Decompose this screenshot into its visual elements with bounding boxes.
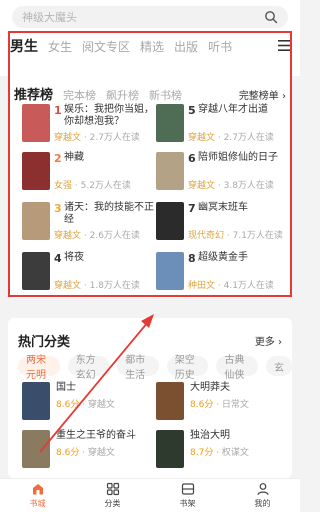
chip-category[interactable]: 玄 [265,356,292,376]
book-cover [156,152,184,190]
menu-icon[interactable] [278,40,290,51]
tab-male[interactable]: 男生 [10,36,38,56]
book-meta: 穿越文 · 2.6万人在读 [54,231,140,241]
book-title: 大明莽夫 [190,382,230,393]
book-cover [22,202,50,240]
channel-tabs: 男生 女生 阅文专区 精选 出版 听书 [10,36,242,58]
nav-label: 分类 [104,499,121,508]
profile-icon [256,483,269,495]
book-cover [156,202,184,240]
rank-book-4[interactable]: 4 将夜 穿越文 · 1.8万人在读 [22,252,156,292]
tab-yuewen[interactable]: 阅文专区 [82,38,130,55]
tab-publish[interactable]: 出版 [174,38,198,55]
rank-book-7[interactable]: 7 幽冥末班车 现代奇幻 · 7.1万人在读 [156,202,290,242]
book-meta: 现代奇幻 · 7.1万人在读 [188,231,283,241]
hot-category-title: 热门分类 [18,335,71,350]
rank-number: 6 [188,152,196,165]
book-meta: 穿越文 · 1.8万人在读 [54,281,140,291]
book-meta: 穿越文 · 2.7万人在读 [188,133,274,143]
rank-number: 7 [188,202,196,215]
book-title: 诸天：我的技能不正经 [64,202,154,225]
book-title: 将夜 [64,252,84,263]
book-cover [22,104,50,142]
category-chips: 两宋元明 东方玄幻 都市生活 架空历史 古典仙侠 玄 [18,355,300,381]
rank-book-5[interactable]: 5 穿越八年才出道 穿越文 · 2.7万人在读 [156,104,290,144]
book-title: 陪师姐修仙的日子 [198,152,278,163]
bookshelf-icon [181,483,194,495]
book-cover [22,382,50,420]
book-cover [22,252,50,290]
nav-label: 书城 [29,499,46,508]
search-placeholder: 神级大魔头 [22,11,77,24]
rank-number: 3 [54,202,62,215]
rank-book-8[interactable]: 8 超级黄金手 种田文 · 4.1万人在读 [156,252,290,292]
book-title: 幽冥末班车 [198,202,248,213]
book-meta: 种田文 · 4.1万人在读 [188,281,274,291]
book-title: 娱乐：我把你当姐，你却想泡我？ [64,104,154,127]
book-meta: 女强 · 5.2万人在读 [54,181,131,191]
book-title: 神藏 [64,152,84,163]
category-icon [106,482,119,496]
rank-book-2[interactable]: 2 神藏 女强 · 5.2万人在读 [22,152,156,192]
tab-featured[interactable]: 精选 [140,38,164,55]
book-meta: 穿越文 · 2.7万人在读 [54,133,140,143]
rank-title[interactable]: 推荐榜 [14,84,53,103]
tab-audio[interactable]: 听书 [208,38,232,55]
chip-category[interactable]: 两宋元明 [18,355,60,381]
rank-tab-new[interactable]: 新书榜 [149,87,182,103]
rank-number: 5 [188,104,196,117]
nav-profile[interactable]: 我的 [225,479,300,512]
category-book[interactable]: 重生之王爷的奋斗 8.6分 · 穿越文 [22,430,152,470]
search-icon[interactable] [264,10,278,24]
book-meta: 8.6分 · 穿越文 [56,400,115,410]
nav-category[interactable]: 分类 [75,479,150,512]
chip-category[interactable]: 东方玄幻 [67,355,110,381]
nav-label: 我的 [254,499,271,508]
rank-number: 2 [54,152,62,165]
nav-bookshelf[interactable]: 书架 [150,479,225,512]
book-cover [156,382,184,420]
category-book[interactable]: 独治大明 8.7分 · 权谋文 [156,430,286,470]
book-meta: 8.6分 · 穿越文 [56,448,115,458]
book-cover [22,152,50,190]
tab-female[interactable]: 女生 [48,38,72,55]
search-bar[interactable]: 神级大魔头 [12,6,288,28]
chip-category[interactable]: 都市生活 [117,355,159,381]
hot-more-link[interactable]: 更多 › [255,333,282,348]
chip-category[interactable]: 架空历史 [166,355,209,381]
nav-bookstore[interactable]: 书城 [0,479,75,512]
full-rank-link[interactable]: 完整榜单 › [239,87,286,102]
category-book[interactable]: 国士 8.6分 · 穿越文 [22,382,152,422]
book-title: 重生之王爷的奋斗 [56,430,136,441]
book-cover [156,430,184,468]
book-cover [22,430,50,468]
category-book[interactable]: 大明莽夫 8.6分 · 日常文 [156,382,286,422]
rank-book-3[interactable]: 3 诸天：我的技能不正经 穿越文 · 2.6万人在读 [22,202,156,242]
book-title: 超级黄金手 [198,252,248,263]
rank-tab-finished[interactable]: 完本榜 [63,87,96,103]
book-cover [156,252,184,290]
chip-category[interactable]: 古典仙侠 [216,355,258,381]
rank-number: 1 [54,104,62,117]
book-meta: 8.7分 · 权谋文 [190,448,249,458]
rank-header: 推荐榜 完本榜 飙升榜 新书榜 完整榜单 › [14,84,286,103]
rank-tab-rising[interactable]: 飙升榜 [106,87,139,103]
book-cover [156,104,184,142]
book-meta: 8.6分 · 日常文 [190,400,249,410]
book-meta: 穿越文 · 3.8万人在读 [188,181,274,191]
book-title: 国士 [56,382,76,393]
bookstore-icon [32,484,43,495]
rank-number: 8 [188,252,196,265]
rank-book-1[interactable]: 1 娱乐：我把你当姐，你却想泡我？ 穿越文 · 2.7万人在读 [22,104,156,144]
book-title: 穿越八年才出道 [198,104,268,115]
bottom-nav: 书城 分类 书架 我的 [0,478,300,512]
rank-number: 4 [54,252,62,265]
book-title: 独治大明 [190,430,230,441]
nav-label: 书架 [179,499,196,508]
rank-book-6[interactable]: 6 陪师姐修仙的日子 穿越文 · 3.8万人在读 [156,152,290,192]
